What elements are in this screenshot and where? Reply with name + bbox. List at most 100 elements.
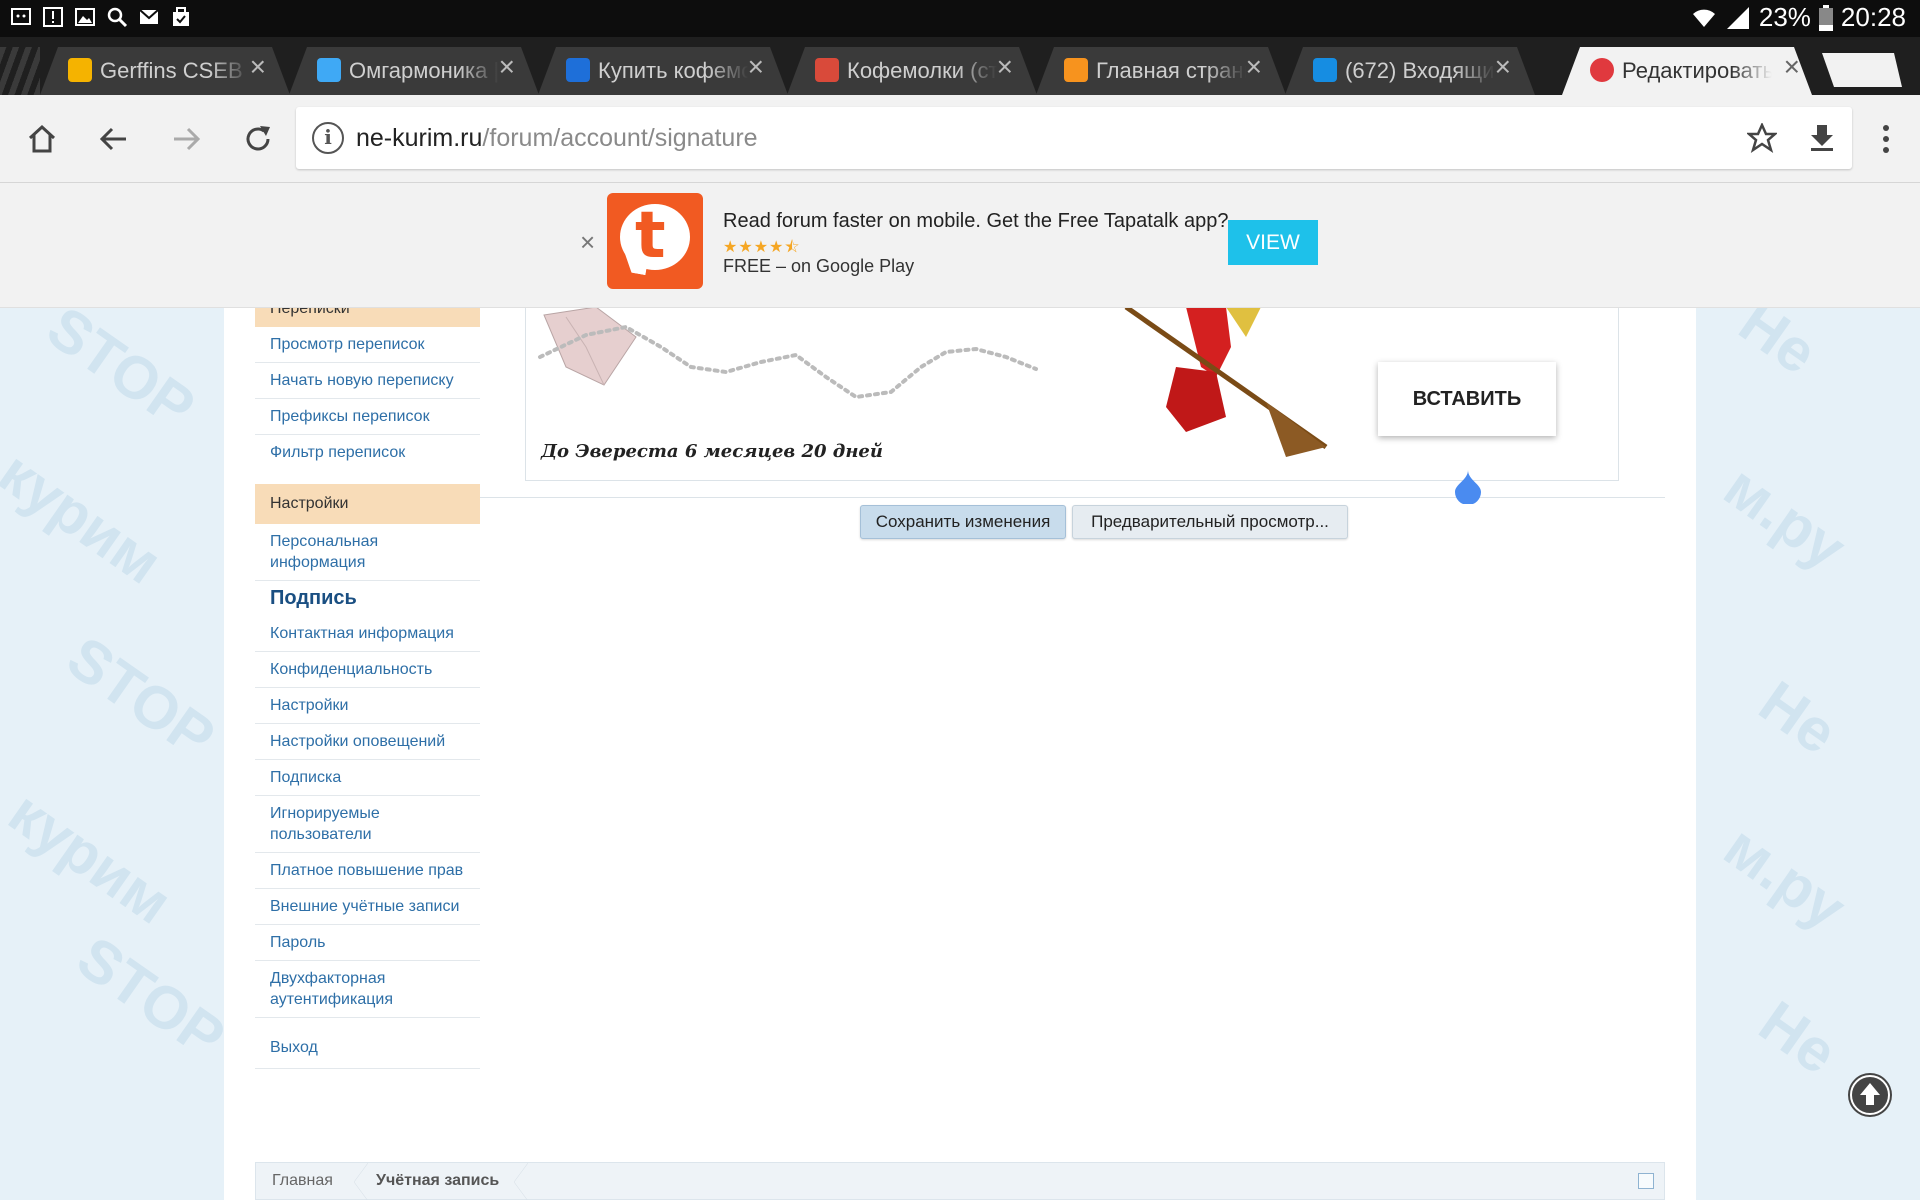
tapatalk-banner: × t Read forum faster on mobile. Get the… (0, 183, 1920, 308)
tab-label: Омгармоника | I (349, 58, 499, 84)
tab-kupit-kofemolku[interactable]: Купить кофемо × (538, 47, 788, 95)
expand-icon[interactable] (1638, 1173, 1654, 1189)
sidebar-item-contact-info[interactable]: Контактная информация (255, 616, 480, 652)
sidebar-item-signature[interactable]: Подпись (255, 581, 480, 616)
breadcrumb-separator (514, 1163, 528, 1200)
tab-omgarmonika[interactable]: Омгармоника | I × (289, 47, 539, 95)
tab-label: Gerffins CSEB Vc (100, 58, 250, 84)
signal-icon (1726, 6, 1749, 29)
bag-icon (173, 7, 189, 26)
info-icon[interactable]: i (312, 122, 344, 154)
url-path: /forum/account/signature (482, 124, 758, 152)
tapatalk-logo: t (607, 193, 703, 289)
clock: 20:28 (1840, 2, 1906, 32)
alert-icon (43, 7, 63, 27)
home-button[interactable] (18, 115, 66, 163)
close-tab-icon[interactable]: × (1246, 53, 1262, 81)
arrow-up-icon (1850, 1075, 1890, 1115)
address-bar[interactable]: i ne-kurim.ru/forum/account/signature (296, 107, 1852, 169)
sidebar-item-personal-info[interactable]: Персональная информация (255, 524, 480, 581)
watermark-text: Не (1747, 668, 1849, 767)
download-button[interactable] (1798, 114, 1846, 162)
heart-no-smoking-icon (1590, 58, 1614, 82)
sidebar-item-start-conversation[interactable]: Начать новую переписку (255, 363, 480, 399)
tab-redaktirovat[interactable]: Редактировать × (1562, 47, 1812, 95)
watermark-text: STOP (35, 293, 207, 442)
reload-icon (246, 126, 270, 151)
close-banner-icon[interactable]: × (580, 227, 595, 258)
sidebar-item-alert-preferences[interactable]: Настройки оповещений (255, 724, 480, 760)
breadcrumb-home[interactable]: Главная (272, 1172, 333, 1190)
battery-icon (1818, 4, 1833, 31)
cart-icon (566, 58, 590, 82)
tab-glavnaya[interactable]: Главная страни × (1036, 47, 1286, 95)
close-tab-icon[interactable]: × (499, 53, 515, 81)
browser-toolbar: i ne-kurim.ru/forum/account/signature (0, 95, 1920, 183)
tab-label: (672) Входящие (1345, 58, 1495, 84)
back-button[interactable] (90, 115, 138, 163)
watermark-text: STOP (55, 623, 227, 772)
paste-popup-button[interactable]: ВСТАВИТЬ (1378, 362, 1556, 436)
close-tab-icon[interactable]: × (748, 53, 764, 81)
watermark-text: курим (0, 438, 174, 597)
close-tab-icon[interactable]: × (1784, 53, 1800, 81)
home-icon (28, 124, 56, 153)
url-domain: ne-kurim.ru (356, 124, 483, 152)
tab-label: Редактировать (1622, 58, 1772, 84)
tab-kofemolki[interactable]: Кофемолки (стр × (787, 47, 1037, 95)
overflow-tabs-indicator[interactable] (0, 47, 40, 95)
sidebar-item-external-accounts[interactable]: Внешние учётные записи (255, 889, 480, 925)
breadcrumb-separator (354, 1163, 368, 1200)
sidebar-item-subscription[interactable]: Подписка (255, 760, 480, 796)
battery-percent: 23% (1758, 2, 1811, 32)
divider (480, 497, 1665, 498)
view-app-button[interactable]: VIEW (1228, 220, 1318, 265)
save-changes-button[interactable]: Сохранить изменения (860, 505, 1066, 539)
sidebar-item-two-step[interactable]: Двухфакторная аутентификация (255, 961, 480, 1018)
text-cursor-handle-icon[interactable] (1453, 470, 1483, 504)
gmail-icon (139, 9, 159, 24)
bookmark-button[interactable] (1738, 114, 1786, 162)
more-vertical-icon (1883, 125, 1889, 153)
watermark-text: Не (1747, 988, 1849, 1087)
tab-favicon (815, 58, 839, 82)
menu-button[interactable] (1862, 115, 1910, 163)
odnoklassniki-icon (1064, 58, 1088, 82)
breadcrumb-account[interactable]: Учётная запись (376, 1172, 499, 1190)
watermark-text: м.ру (1712, 452, 1858, 583)
sidebar-item-preferences[interactable]: Настройки (255, 688, 480, 724)
tab-gerffins[interactable]: Gerffins CSEB Vc × (40, 47, 290, 95)
mail-at-icon (1313, 58, 1337, 82)
android-status-bar: 23% 20:28 (0, 0, 1920, 37)
tab-label: Кофемолки (стр (847, 58, 997, 84)
signature-caption: До Эвереста 6 месяцев 20 дней (541, 441, 883, 462)
reload-button[interactable] (234, 115, 282, 163)
tapatalk-logo-letter: t (635, 199, 666, 273)
sidebar-item-ignored-users[interactable]: Игнорируемые пользователи (255, 796, 480, 853)
system-indicators: 23% 20:28 (1691, 2, 1906, 33)
gallery-icon (75, 8, 95, 26)
close-tab-icon[interactable]: × (997, 53, 1013, 81)
browser-tab-strip: Gerffins CSEB Vc × Омгармоника | I × Куп… (0, 37, 1920, 95)
sidebar-item-logout[interactable]: Выход (255, 1030, 480, 1069)
forward-button[interactable] (162, 115, 210, 163)
sidebar-item-conversation-prefixes[interactable]: Префиксы переписок (255, 399, 480, 435)
arrow-left-icon (99, 127, 126, 151)
sidebar-item-conversation-filter[interactable]: Фильтр переписок (255, 435, 480, 470)
tab-inbox[interactable]: (672) Входящие × (1285, 47, 1535, 95)
scroll-to-top-button[interactable] (1848, 1073, 1892, 1117)
watermark-text: STOP (65, 923, 237, 1072)
sidebar-item-view-conversations[interactable]: Просмотр переписок (255, 327, 480, 363)
account-sidebar: Переписки Просмотр переписок Начать нову… (255, 301, 480, 1069)
sidebar-item-password[interactable]: Пароль (255, 925, 480, 961)
close-tab-icon[interactable]: × (1495, 53, 1511, 81)
sidebar-item-privacy[interactable]: Конфиденциальность (255, 652, 480, 688)
close-tab-icon[interactable]: × (250, 53, 266, 81)
breadcrumb: Главная Учётная запись (255, 1162, 1665, 1200)
preview-button[interactable]: Предварительный просмотр... (1072, 505, 1348, 539)
new-tab-button[interactable] (1822, 53, 1902, 87)
notification-icons (10, 6, 192, 28)
arrow-right-icon (174, 127, 201, 151)
url-text[interactable]: ne-kurim.ru/forum/account/signature (356, 124, 758, 153)
sidebar-item-paid-upgrades[interactable]: Платное повышение прав (255, 853, 480, 889)
